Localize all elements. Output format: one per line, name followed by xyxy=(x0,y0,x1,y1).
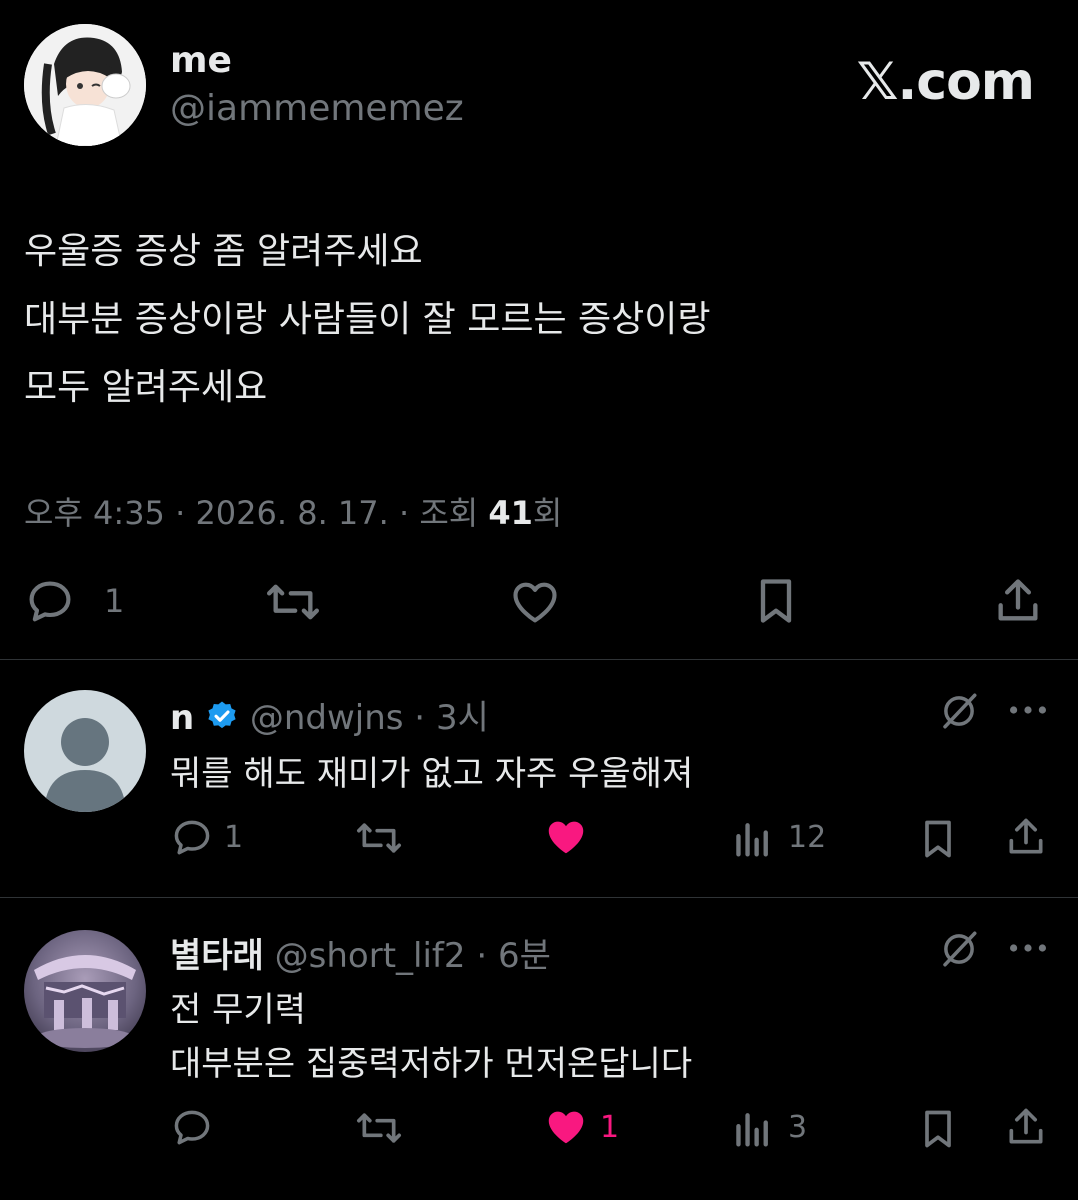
share-icon[interactable] xyxy=(1004,814,1048,860)
verified-badge-icon xyxy=(205,699,239,733)
reply-icon[interactable] xyxy=(170,816,214,860)
more-icon[interactable] xyxy=(1006,692,1050,728)
tweet-text-line: 우울증 증상 좀 알려주세요 xyxy=(24,231,423,272)
author-avatar[interactable] xyxy=(24,24,146,146)
brand-logo: 𝕏.com xyxy=(856,52,1035,112)
grok-icon[interactable] xyxy=(938,928,980,970)
views-label: 조회 xyxy=(419,494,479,532)
reply-time[interactable]: 6분 xyxy=(498,936,551,976)
meta-separator: · xyxy=(398,494,420,532)
reply-avatar[interactable] xyxy=(24,930,146,1052)
tweet-text-line: 모두 알려주세요 xyxy=(24,367,268,408)
reply-author-name[interactable]: 별타래 xyxy=(170,936,264,976)
reply-count: 1 xyxy=(224,820,244,855)
reply-avatar[interactable] xyxy=(24,690,146,812)
grok-icon[interactable] xyxy=(938,690,980,732)
divider xyxy=(0,659,1078,660)
reply-text-line: 뭐를 해도 재미가 없고 자주 우울해져 xyxy=(170,754,694,794)
like-icon[interactable] xyxy=(508,576,562,628)
meta-separator: · xyxy=(175,494,196,532)
reply-text-line: 대부분은 집중력저하가 먼저온답니다 xyxy=(170,1044,693,1084)
retweet-icon[interactable] xyxy=(354,816,404,860)
view-count: 12 xyxy=(788,820,827,855)
views-count: 41 xyxy=(488,494,533,532)
bookmark-icon[interactable] xyxy=(916,816,960,862)
bookmark-icon[interactable] xyxy=(750,574,802,628)
like-icon[interactable] xyxy=(542,1104,590,1150)
tweet-meta: 오후 4:35 · 2026. 8. 17. · 조회 41회 xyxy=(24,488,562,534)
tweet-date[interactable]: 2026. 8. 17. xyxy=(195,494,388,532)
reply-text-line: 전 무기력 xyxy=(170,990,306,1030)
view-count: 3 xyxy=(788,1110,808,1145)
divider xyxy=(0,897,1078,898)
tweet-time[interactable]: 오후 4:35 xyxy=(24,494,165,532)
author-name[interactable]: me xyxy=(170,40,232,81)
meta-separator: · xyxy=(403,698,436,738)
like-icon[interactable] xyxy=(542,814,590,860)
views-suffix: 회 xyxy=(532,494,563,532)
reply-author-handle[interactable]: @ndwjns xyxy=(250,698,404,738)
reply-icon[interactable] xyxy=(170,1106,214,1150)
reply-count: 1 xyxy=(104,582,125,620)
share-icon[interactable] xyxy=(1004,1104,1048,1150)
views-icon[interactable] xyxy=(734,818,772,858)
author-handle[interactable]: @iammememez xyxy=(170,88,464,129)
more-icon[interactable] xyxy=(1006,930,1050,966)
retweet-icon[interactable] xyxy=(264,576,322,628)
views-icon[interactable] xyxy=(734,1108,772,1148)
reply-author-handle[interactable]: @short_lif2 xyxy=(275,936,466,976)
reply-author-name[interactable]: n xyxy=(170,698,194,738)
reply-time[interactable]: 3시 xyxy=(436,698,489,738)
bookmark-icon[interactable] xyxy=(916,1106,960,1152)
reply-icon[interactable] xyxy=(24,576,76,628)
retweet-icon[interactable] xyxy=(354,1106,404,1150)
meta-separator: · xyxy=(465,936,498,976)
like-count: 1 xyxy=(600,1110,620,1145)
tweet-text-line: 대부분 증상이랑 사람들이 잘 모르는 증상이랑 xyxy=(24,299,711,340)
share-icon[interactable] xyxy=(992,574,1044,628)
